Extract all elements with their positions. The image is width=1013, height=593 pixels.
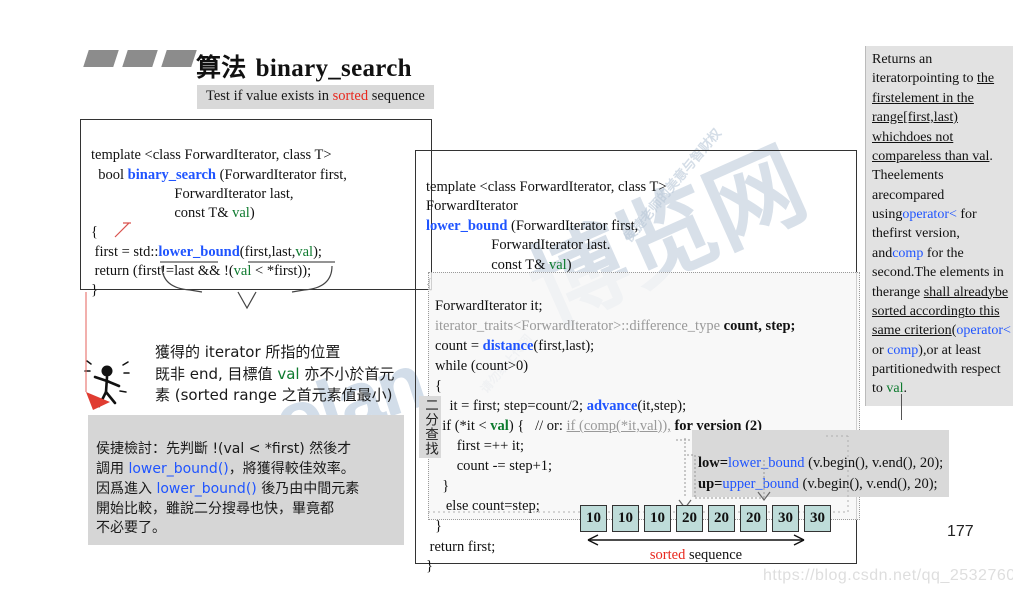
code-fn-lower-bound: lower_bound bbox=[426, 217, 508, 234]
commentary-line-3a: 因爲進入 bbox=[96, 480, 157, 497]
page-title-code: binary_search bbox=[255, 55, 412, 82]
sequence-cells: 10 10 10 20 20 20 30 30 bbox=[580, 505, 831, 532]
code-line: ForwardIterator bbox=[426, 198, 518, 215]
code-line: ) bbox=[566, 256, 572, 273]
code-line: template <class ForwardIterator, class T… bbox=[426, 178, 667, 195]
banner-text-highlight: sorted bbox=[332, 88, 369, 104]
bullet-mark-3 bbox=[161, 50, 197, 67]
reference-text-run: range bbox=[889, 284, 924, 300]
reference-text-run: . bbox=[903, 381, 908, 397]
commentary-gray-box: 侯捷檢討：先判斷 !(val < *first) 然後才 調用 lower_bo… bbox=[88, 415, 404, 546]
commentary-line-5: 不必要了。 bbox=[96, 520, 166, 537]
code-line: while (count>0) bbox=[435, 358, 529, 374]
bullet-mark-1 bbox=[83, 50, 119, 67]
code-line: { bbox=[435, 378, 442, 394]
code-line: count = bbox=[435, 338, 483, 354]
brace-annotation bbox=[160, 261, 335, 310]
commentary-fn: lower_bound() bbox=[128, 460, 229, 477]
code-line-traits: iterator_traits<ForwardIterator>::differ… bbox=[435, 318, 724, 334]
annotation-line-1: 獲得的 iterator 所指的位置 bbox=[155, 342, 341, 361]
sequence-cell: 10 bbox=[612, 505, 639, 532]
code-line: const T& bbox=[426, 256, 549, 273]
sorted-sequence-diagram: 10 10 10 20 20 20 30 30 sorted sequence bbox=[580, 505, 831, 564]
code-line: { bbox=[91, 224, 98, 241]
code-line: ForwardIterator last. bbox=[426, 237, 611, 254]
commentary-line-4: 開始比較，雖說二分搜尋也快，畢竟都 bbox=[96, 500, 334, 517]
page-number: 177 bbox=[947, 523, 974, 540]
commentary-fn: lower_bound() bbox=[156, 480, 257, 497]
annotation-line-3: 素 (sorted range 之首元素值最小) bbox=[155, 386, 393, 405]
code-line: (it,step); bbox=[637, 398, 687, 414]
code-line: ForwardIterator it; bbox=[435, 298, 543, 314]
sequence-cell: 10 bbox=[580, 505, 607, 532]
sequence-range-arrow bbox=[587, 534, 805, 546]
code-line: template <class ForwardIterator, class T… bbox=[91, 147, 332, 164]
sequence-cell: 20 bbox=[676, 505, 703, 532]
annotation-line-2a: 既非 end, 目標值 bbox=[155, 364, 278, 383]
code-fn-binary-search: binary_search bbox=[127, 166, 217, 183]
reference-text-run: comp bbox=[887, 342, 919, 358]
code-line: } bbox=[426, 558, 433, 575]
reference-text-run: pointing to bbox=[912, 71, 977, 87]
page-title: 算法 binary_search bbox=[196, 48, 412, 84]
code-count-step: count, step; bbox=[723, 318, 796, 334]
code-line: bool bbox=[91, 166, 128, 183]
sequence-link-dotted-frame bbox=[428, 435, 849, 513]
code-line: (ForwardIterator first, bbox=[216, 166, 347, 183]
code-line: it = first; step=count/2; bbox=[435, 398, 587, 414]
reference-text-run: shall already bbox=[923, 284, 995, 300]
source-url-watermark: https://blog.csdn.net/qq_25327609 bbox=[763, 567, 1013, 584]
code-line: return first; bbox=[426, 538, 496, 555]
sequence-cell: 10 bbox=[644, 505, 671, 532]
code-line: ) bbox=[249, 205, 255, 222]
commentary-line-2a: 調用 bbox=[96, 460, 129, 477]
sequence-cell: 20 bbox=[708, 505, 735, 532]
title-bullets bbox=[83, 50, 197, 67]
sequence-label-rest: sequence bbox=[685, 547, 743, 563]
code-val: val bbox=[548, 256, 567, 273]
reference-text-run: or bbox=[872, 342, 888, 358]
banner-text-post: sequence bbox=[368, 88, 425, 104]
sequence-label-highlight: sorted bbox=[649, 547, 686, 563]
annotation-val: val bbox=[277, 364, 300, 383]
code-line: (ForwardIterator first, bbox=[507, 217, 639, 234]
sequence-label: sorted sequence bbox=[580, 547, 812, 564]
reference-line: range shall already bbox=[889, 285, 995, 300]
code-line: (first,last); bbox=[533, 338, 595, 354]
bullet-mark-2 bbox=[122, 50, 158, 67]
sequence-cell: 30 bbox=[772, 505, 799, 532]
subtitle-banner: Test if value exists in sorted sequence bbox=[197, 85, 434, 109]
code-val: val bbox=[232, 205, 250, 222]
code-fn-advance: advance bbox=[586, 398, 638, 414]
red-pointer-arrow bbox=[85, 292, 110, 410]
reference-panel-stem bbox=[901, 394, 902, 420]
iterator-annotation: 獲得的 iterator 所指的位置 既非 end, 目標值 val 亦不小於首… bbox=[155, 320, 394, 407]
commentary-line-1: 侯捷檢討：先判斷 !(val < *first) 然後才 bbox=[96, 440, 352, 457]
code-line: const T& bbox=[91, 205, 233, 222]
reference-text-run: operator< bbox=[956, 323, 1011, 339]
reference-text-run: comp bbox=[892, 245, 924, 261]
annotation-line-2c: 亦不小於首元 bbox=[299, 364, 395, 383]
sequence-cell: 30 bbox=[804, 505, 831, 532]
commentary-line-2c: ，將獲得較佳效率。 bbox=[228, 460, 355, 477]
code-line: ForwardIterator last, bbox=[91, 185, 294, 202]
reference-text-run: less than val bbox=[920, 148, 990, 164]
code-fn-distance: distance bbox=[482, 338, 534, 354]
banner-text-pre: Test if value exists in bbox=[206, 88, 333, 104]
reference-text-run: operator< bbox=[902, 207, 957, 222]
reference-description-lines: Returns an iteratorpointing to the first… bbox=[872, 50, 1012, 399]
sequence-cell: 20 bbox=[740, 505, 767, 532]
commentary-line-3c: 後乃由中間元素 bbox=[256, 480, 360, 497]
red-check-mark bbox=[114, 222, 131, 238]
page-title-cn: 算法 bbox=[196, 53, 247, 82]
